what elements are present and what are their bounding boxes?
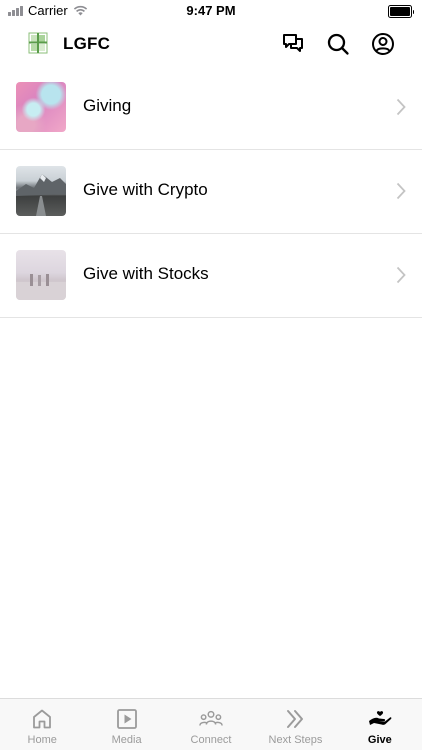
tab-next-steps[interactable]: Next Steps	[253, 699, 337, 750]
people-group-icon	[199, 707, 223, 731]
tab-label: Media	[111, 734, 142, 746]
church-logo-icon	[28, 32, 48, 54]
media-play-icon	[115, 707, 139, 731]
chat-icon[interactable]	[280, 31, 306, 57]
list-item-label: Give with Crypto	[83, 180, 208, 199]
list-item-label: Give with Stocks	[83, 264, 209, 283]
chevron-right-icon	[396, 98, 406, 116]
list-item-giving[interactable]: Giving	[0, 66, 422, 150]
giving-thumbnail	[16, 82, 66, 132]
list-item-give-with-crypto[interactable]: Give with Crypto	[0, 150, 422, 234]
give-options-list: Giving Give with Crypto Give with Stocks	[0, 66, 422, 318]
tab-connect[interactable]: Connect	[169, 699, 253, 750]
tab-label: Give	[367, 734, 392, 746]
stocks-thumbnail	[16, 250, 66, 300]
chevron-right-icon	[396, 182, 406, 200]
battery-icon	[387, 5, 414, 18]
tab-media[interactable]: Media	[84, 699, 168, 750]
list-item-label: Giving	[83, 96, 132, 115]
chevron-right-icon	[396, 266, 406, 284]
list-item-give-with-stocks[interactable]: Give with Stocks	[0, 234, 422, 318]
home-icon	[30, 707, 54, 731]
app-title: LGFC	[63, 34, 111, 53]
search-icon[interactable]	[325, 31, 351, 57]
status-time: 9:47 PM	[186, 3, 236, 18]
tab-label: Next Steps	[268, 734, 323, 746]
tab-home[interactable]: Home	[0, 699, 84, 750]
double-chevron-icon	[283, 707, 307, 731]
tab-give[interactable]: Give	[338, 699, 422, 750]
profile-icon[interactable]	[370, 31, 396, 57]
tab-label: Home	[27, 734, 57, 746]
app-header: LGFC	[0, 22, 422, 66]
crypto-thumbnail	[16, 166, 66, 216]
tab-label: Connect	[190, 734, 232, 746]
status-bar: Carrier 9:47 PM	[0, 0, 422, 22]
tab-bar: Home Media Connect Next Steps Give	[0, 698, 422, 750]
giving-hand-icon	[368, 707, 392, 731]
